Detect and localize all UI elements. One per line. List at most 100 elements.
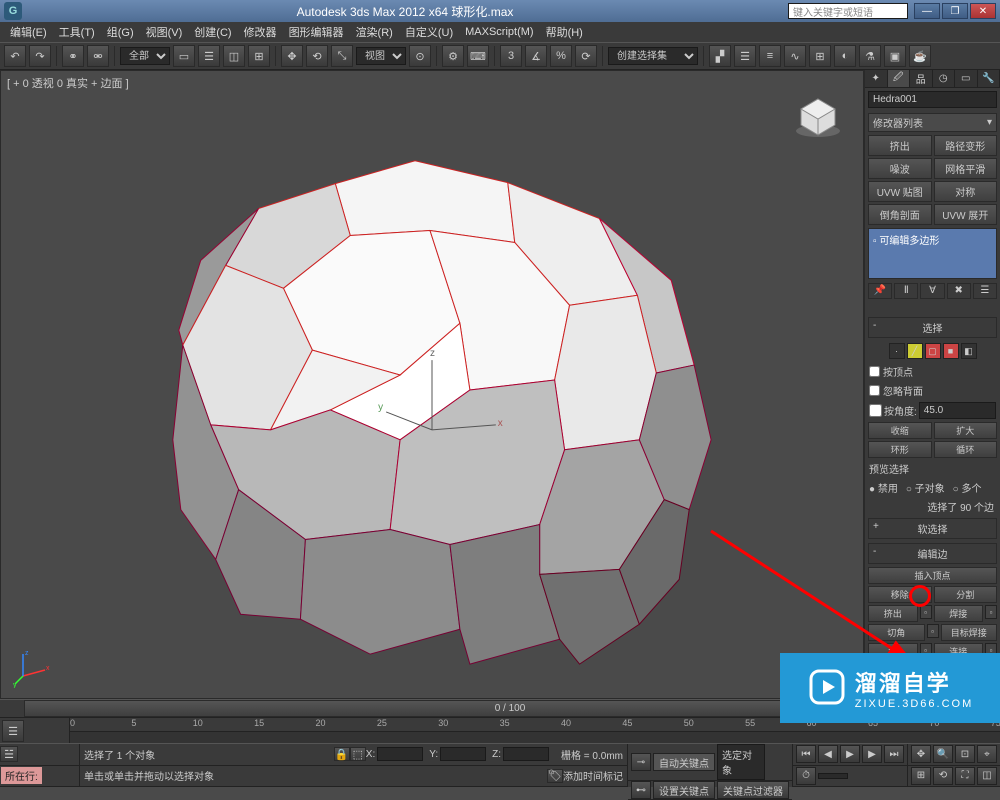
rollout-selection[interactable]: 选择: [868, 317, 997, 338]
menu-tools[interactable]: 工具(T): [53, 24, 101, 40]
stack-editablepoly[interactable]: ▫ 可编辑多边形: [871, 231, 994, 248]
mirror-button[interactable]: ▞: [709, 45, 731, 67]
stack-config-button[interactable]: ☰: [973, 283, 997, 299]
subobj-polygon[interactable]: ■: [943, 343, 959, 359]
rollout-editedges[interactable]: 编辑边: [868, 543, 997, 564]
window-crossing-button[interactable]: ⊞: [248, 45, 270, 67]
keymode-field[interactable]: 选定对象: [717, 744, 765, 780]
btn-extrude-settings[interactable]: ▫: [920, 605, 932, 619]
rollout-softselection[interactable]: 软选择: [868, 518, 997, 539]
subobj-border[interactable]: ▢: [925, 343, 941, 359]
modifier-list-dropdown[interactable]: 修改器列表▾: [868, 113, 997, 132]
percent-snap-button[interactable]: %: [550, 45, 572, 67]
nav-maximize-button[interactable]: ⛶: [955, 767, 975, 785]
stack-unique-button[interactable]: ∀: [920, 283, 944, 299]
render-frame-button[interactable]: ▣: [884, 45, 906, 67]
render-setup-button[interactable]: ⚗: [859, 45, 881, 67]
move-button[interactable]: ✥: [281, 45, 303, 67]
tab-motion[interactable]: ◷: [933, 70, 956, 87]
isolate-button[interactable]: ⬚: [350, 747, 366, 761]
mod-noise[interactable]: 噪波: [868, 158, 932, 179]
prev-frame-button[interactable]: ◀: [818, 745, 838, 763]
btn-chamfer[interactable]: 切角: [868, 624, 925, 641]
btn-remove[interactable]: 移除: [868, 586, 932, 603]
redo-button[interactable]: ↷: [29, 45, 51, 67]
select-name-button[interactable]: ☰: [198, 45, 220, 67]
radio-subobj[interactable]: ○ 子对象: [906, 480, 945, 495]
maxscript-mini-button[interactable]: ☱: [0, 746, 18, 762]
schematic-button[interactable]: ⊞: [809, 45, 831, 67]
next-frame-button[interactable]: ▶: [862, 745, 882, 763]
coord-y-field[interactable]: [440, 747, 486, 761]
btn-extrude[interactable]: 挤出: [868, 605, 918, 622]
scale-button[interactable]: ⤡: [331, 45, 353, 67]
subobj-vertex[interactable]: ·: [889, 343, 905, 359]
mod-pathdeform[interactable]: 路径变形: [934, 135, 998, 156]
mod-meshsmooth[interactable]: 网格平滑: [934, 158, 998, 179]
angle-field[interactable]: 45.0: [919, 402, 996, 419]
spinner-snap-button[interactable]: ⟳: [575, 45, 597, 67]
setkey-icon-button[interactable]: ⊷: [631, 781, 651, 799]
menu-create[interactable]: 创建(C): [188, 24, 237, 40]
named-selection-set[interactable]: 创建选择集: [608, 47, 698, 65]
menu-view[interactable]: 视图(V): [140, 24, 189, 40]
layers-button[interactable]: ≡: [759, 45, 781, 67]
ref-coord-system[interactable]: 视图: [356, 47, 406, 65]
unlink-button[interactable]: ⚮: [87, 45, 109, 67]
coord-x-field[interactable]: [377, 747, 423, 761]
play-button[interactable]: ▶: [840, 745, 860, 763]
stack-pin-button[interactable]: 📌: [868, 283, 892, 299]
btn-chamfer-settings[interactable]: ▫: [927, 624, 939, 638]
help-search-input[interactable]: 键入关键字或短语: [788, 3, 908, 19]
menu-edit[interactable]: 编辑(E): [4, 24, 53, 40]
rotate-button[interactable]: ⟲: [306, 45, 328, 67]
coord-z-field[interactable]: [503, 747, 549, 761]
menu-modifiers[interactable]: 修改器: [238, 24, 283, 40]
render-button[interactable]: ☕: [909, 45, 931, 67]
goto-end-button[interactable]: ⏭: [884, 745, 904, 763]
menu-customize[interactable]: 自定义(U): [399, 24, 459, 40]
curve-editor-button[interactable]: ∿: [784, 45, 806, 67]
nav-region-button[interactable]: ◫: [977, 767, 997, 785]
keyfilter-button[interactable]: 关键点过滤器: [717, 781, 789, 799]
selection-filter[interactable]: 全部: [120, 47, 170, 65]
tab-display[interactable]: ▭: [955, 70, 978, 87]
check-byvertex[interactable]: 按顶点: [869, 364, 996, 379]
layer-indicator[interactable]: 所在行:: [1, 767, 42, 784]
add-timetag-label[interactable]: 添加时间标记: [563, 768, 623, 783]
stack-remove-button[interactable]: ✖: [947, 283, 971, 299]
object-name-field[interactable]: Hedra001: [868, 91, 997, 108]
key-toggle-button[interactable]: ⊸: [631, 753, 651, 771]
radio-multi[interactable]: ○ 多个: [953, 480, 982, 495]
goto-start-button[interactable]: ⏮: [796, 745, 816, 763]
btn-loop[interactable]: 循环: [934, 441, 998, 458]
angle-snap-button[interactable]: ∡: [525, 45, 547, 67]
time-config-button[interactable]: ⏱: [796, 767, 816, 785]
menu-graph[interactable]: 图形编辑器: [283, 24, 350, 40]
material-button[interactable]: ◐: [834, 45, 856, 67]
btn-shrink[interactable]: 收缩: [868, 422, 932, 439]
nav-zoomall-button[interactable]: ⊡: [955, 745, 975, 763]
snap-button[interactable]: 3: [500, 45, 522, 67]
menu-maxscript[interactable]: MAXScript(M): [459, 26, 539, 38]
nav-orbit-button[interactable]: ⟲: [933, 767, 953, 785]
btn-insertvertex[interactable]: 插入顶点: [868, 567, 997, 584]
close-button[interactable]: ✕: [970, 3, 996, 19]
current-frame-field[interactable]: [818, 773, 848, 779]
tab-utilities[interactable]: 🔧: [978, 70, 1000, 87]
manip-button[interactable]: ⚙: [442, 45, 464, 67]
mod-uvwmap[interactable]: UVW 贴图: [868, 181, 932, 202]
nav-pan-button[interactable]: ✥: [911, 745, 931, 763]
mod-bevelprofile[interactable]: 倒角剖面: [868, 204, 932, 225]
timetag-button[interactable]: 🏷: [547, 769, 563, 783]
nav-zoomext-button[interactable]: ⊞: [911, 767, 931, 785]
setkey-button[interactable]: 设置关键点: [653, 781, 715, 799]
btn-targetweld[interactable]: 目标焊接: [941, 624, 998, 641]
select-button[interactable]: ▭: [173, 45, 195, 67]
link-button[interactable]: ⚭: [62, 45, 84, 67]
btn-weld[interactable]: 焊接: [934, 605, 984, 622]
lock-selection-button[interactable]: 🔒: [334, 747, 350, 761]
menu-render[interactable]: 渲染(R): [350, 24, 399, 40]
tab-create[interactable]: ✦: [865, 70, 888, 87]
autokey-button[interactable]: 自动关键点: [653, 753, 715, 771]
